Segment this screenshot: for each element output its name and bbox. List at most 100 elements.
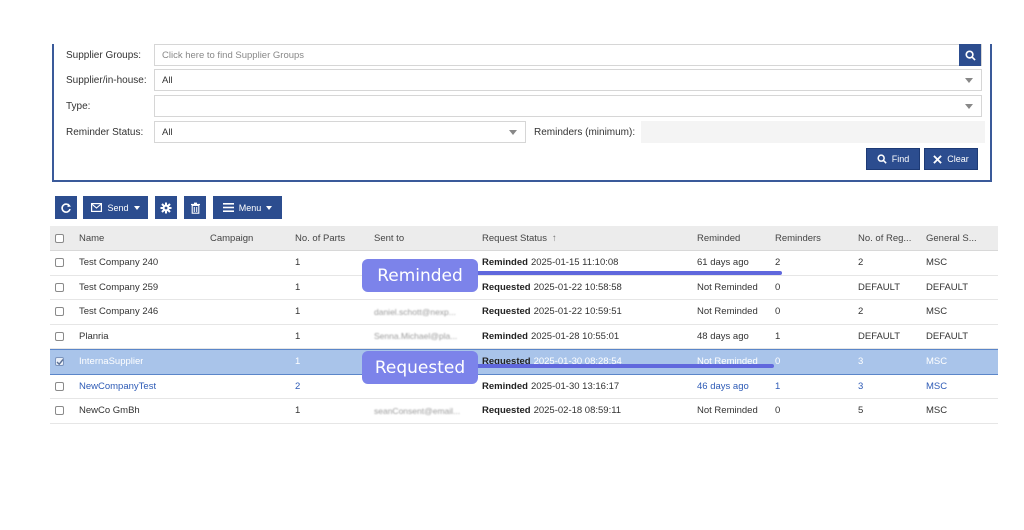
- cell-parts: 1: [295, 257, 301, 269]
- refresh-icon: [61, 202, 71, 213]
- search-icon: [964, 49, 976, 61]
- supplier-inhouse-select[interactable]: All: [154, 69, 982, 91]
- row-checkbox[interactable]: [55, 276, 64, 300]
- status-date: 2025-01-22 10:58:58: [533, 281, 622, 293]
- cell-request-status: Requested 2025-01-30 08:28:54: [482, 350, 622, 374]
- supplier-inhouse-row: Supplier/in-house: All: [66, 69, 982, 91]
- column-header-request-status[interactable]: Request Status ↑: [482, 226, 557, 250]
- cell-name[interactable]: Planria: [79, 325, 109, 349]
- status-word: Reminded: [482, 257, 528, 269]
- request-status-header-label: Request Status: [482, 232, 547, 244]
- checkbox-box: [55, 307, 64, 317]
- cell-reminded: 46 days ago: [697, 380, 749, 392]
- check-icon: [56, 359, 64, 366]
- select-all-checkbox[interactable]: [55, 226, 64, 250]
- refresh-button[interactable]: [55, 196, 77, 219]
- cell-reminded: Not Reminded: [697, 281, 758, 293]
- table-row[interactable]: NewCompanyTest 2 Reminded 2025-01-30 13:16:…: [50, 374, 998, 399]
- supplier-groups-placeholder: Click here to find Supplier Groups: [162, 49, 305, 61]
- row-checkbox[interactable]: [55, 325, 64, 349]
- cell-reminders: 0: [775, 405, 781, 417]
- supplier-groups-row: Supplier Groups: Click here to find Supp…: [66, 44, 982, 66]
- cell-general: MSC: [926, 380, 948, 392]
- cell-name[interactable]: Test Company 246: [79, 300, 158, 324]
- grid-header: Name Campaign No. of Parts Sent to Reque…: [50, 226, 998, 251]
- cell-general: MSC: [926, 405, 948, 417]
- cell-reminded: Not Reminded: [697, 306, 758, 318]
- cell-general: MSC: [926, 257, 948, 269]
- cell-reminded: Not Reminded: [697, 356, 758, 368]
- chevron-down-icon: [965, 78, 973, 83]
- row-checkbox[interactable]: [55, 251, 64, 275]
- supplier-inhouse-label: Supplier/in-house:: [66, 74, 147, 86]
- cell-reminded: Not Reminded: [697, 405, 758, 417]
- status-word: Reminded: [482, 330, 528, 342]
- delete-button[interactable]: [184, 196, 206, 219]
- cell-request-status: Requested 2025-01-22 10:58:58: [482, 276, 622, 300]
- column-header-reminded[interactable]: Reminded: [697, 226, 740, 250]
- status-word: Requested: [482, 281, 531, 293]
- chevron-down-icon: [266, 205, 273, 210]
- cell-reminders: 1: [775, 380, 781, 392]
- reminders-minimum-input[interactable]: [641, 121, 986, 143]
- cell-request-status: Reminded 2025-01-30 13:16:17: [482, 375, 619, 399]
- column-header-sent-to[interactable]: Sent to: [374, 226, 404, 250]
- column-header-reminders[interactable]: Reminders: [775, 226, 821, 250]
- cell-regs: 3: [858, 356, 864, 368]
- cell-name[interactable]: NewCo GmBh: [79, 399, 140, 423]
- cell-name[interactable]: Test Company 240: [79, 251, 158, 275]
- chevron-down-icon: [133, 205, 140, 210]
- requested-underline: [470, 364, 774, 368]
- supplier-groups-input[interactable]: Click here to find Supplier Groups: [154, 44, 982, 66]
- grid-body: Test Company 240 1 Reminded 2025-01-15 11:1…: [50, 251, 998, 424]
- type-row: Type:: [66, 95, 982, 117]
- clear-button[interactable]: Clear: [924, 148, 978, 170]
- cell-general: MSC: [926, 306, 948, 318]
- row-checkbox[interactable]: [55, 350, 64, 374]
- column-header-name[interactable]: Name: [79, 226, 104, 250]
- row-checkbox[interactable]: [55, 300, 64, 324]
- status-word: Requested: [482, 306, 531, 318]
- table-row[interactable]: Test Company 246 1 daniel.schott@nexp... Re…: [50, 300, 998, 325]
- checkbox-box: [55, 233, 64, 243]
- menu-label: Menu: [238, 202, 262, 213]
- column-header-general[interactable]: General S...: [926, 226, 977, 250]
- cell-request-status: Requested 2025-02-18 08:59:11: [482, 399, 621, 423]
- search-panel: Supplier Groups: Click here to find Supp…: [52, 44, 992, 182]
- close-icon: [933, 154, 942, 164]
- menu-button[interactable]: Menu: [213, 196, 282, 219]
- cell-sent-to: Senna.Michael@pla...: [374, 331, 458, 342]
- search-icon: [877, 154, 887, 164]
- table-row[interactable]: NewCo GmBh 1 seanConsent@email... Requested…: [50, 399, 998, 424]
- reminded-underline: [470, 271, 782, 275]
- settings-button[interactable]: [155, 196, 177, 219]
- column-header-parts[interactable]: No. of Parts: [295, 226, 345, 250]
- column-header-campaign[interactable]: Campaign: [210, 226, 253, 250]
- reminder-status-select[interactable]: All: [154, 121, 526, 143]
- send-button[interactable]: Send: [83, 196, 148, 219]
- cell-regs: 5: [858, 405, 864, 417]
- type-label: Type:: [66, 100, 91, 112]
- cell-name[interactable]: NewCompanyTest: [79, 375, 156, 399]
- column-header-regs[interactable]: No. of Reg...: [858, 226, 911, 250]
- reminder-status-row: Reminder Status: All Reminders (minimum)…: [66, 121, 986, 143]
- cell-name[interactable]: InternaSupplier: [79, 350, 143, 374]
- table-row[interactable]: Planria 1 Senna.Michael@pla... Reminded 2025…: [50, 324, 998, 349]
- reminders-minimum-label: Reminders (minimum):: [534, 126, 636, 138]
- chevron-down-icon: [509, 130, 517, 135]
- status-date: 2025-02-18 08:59:11: [533, 405, 622, 417]
- row-checkbox[interactable]: [55, 399, 64, 423]
- type-select[interactable]: [154, 95, 982, 117]
- cell-name[interactable]: Test Company 259: [79, 276, 158, 300]
- cell-parts: 1: [295, 405, 301, 417]
- row-checkbox[interactable]: [55, 375, 64, 399]
- find-button[interactable]: Find: [866, 148, 920, 170]
- cell-regs: 3: [858, 380, 864, 392]
- supplier-groups-search-button[interactable]: [959, 44, 981, 66]
- reminder-status-label: Reminder Status:: [66, 126, 144, 138]
- checkbox-box: [55, 282, 64, 292]
- trash-icon: [190, 202, 200, 214]
- table-row[interactable]: Test Company 259 1 Requested 2025-01-22 10:…: [50, 275, 998, 300]
- table-row[interactable]: InternaSupplier 1 Requested 2025-01-30 08:2…: [50, 349, 998, 375]
- cell-sent-to: seanConsent@email...: [374, 405, 461, 416]
